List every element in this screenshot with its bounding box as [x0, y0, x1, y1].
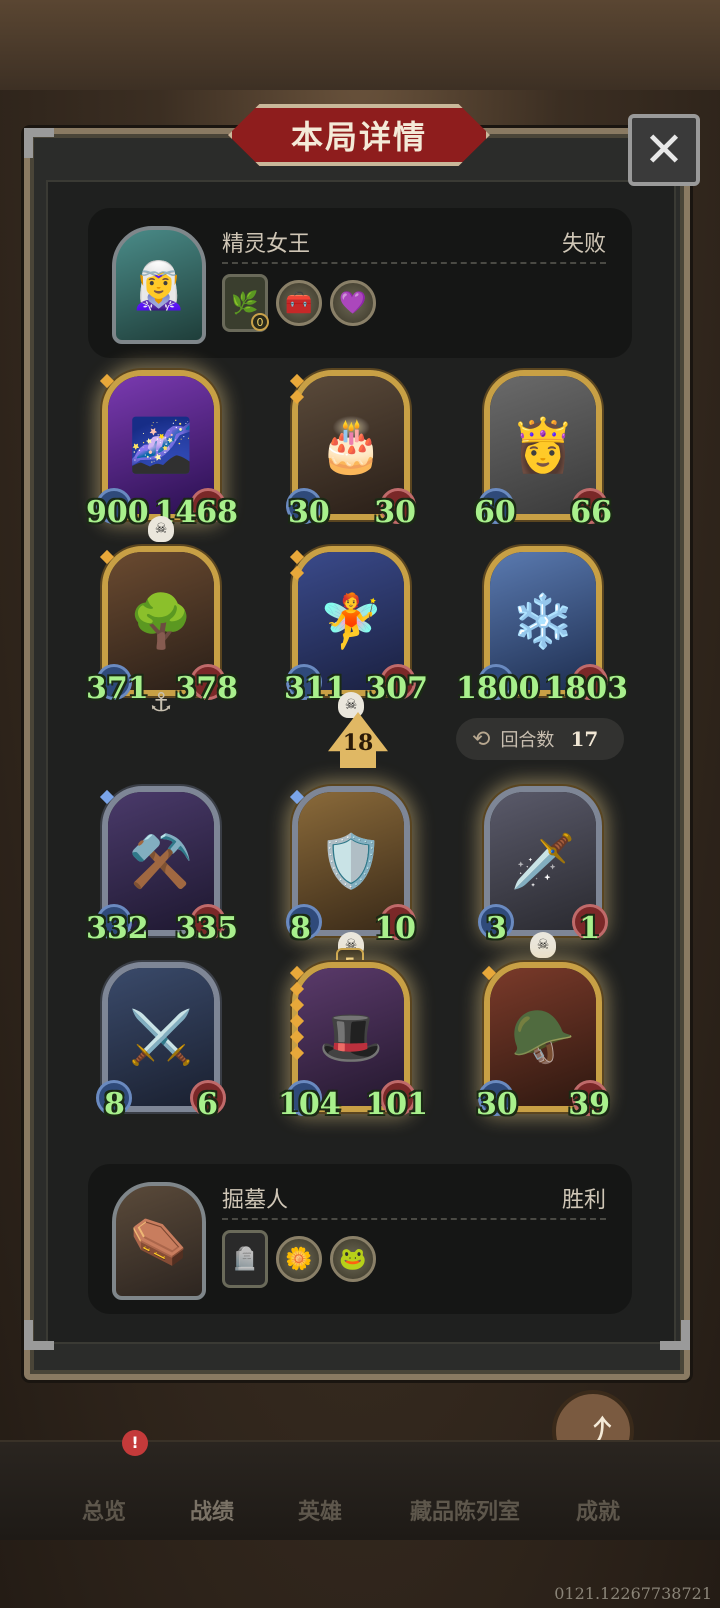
anchor-icon: ⚓: [149, 688, 173, 718]
hero-power-card[interactable]: 🌿 0: [222, 274, 269, 332]
self-player-box: ⚰️ 掘墓人 胜利 🪦 🌼 🐸: [88, 1164, 632, 1314]
unit-health: 378: [175, 671, 238, 706]
divider: [222, 262, 606, 264]
unit-card[interactable]: 🌌 900 1468 ☠: [86, 370, 238, 542]
unit-card[interactable]: 🛡️ 8 10 ☠: [286, 786, 416, 958]
star-pip: [289, 1013, 305, 1029]
build-id: 0121.12267738721: [554, 1584, 712, 1603]
unit-card[interactable]: 🎩 104 101: [278, 962, 428, 1122]
dialog-title: 本局详情: [290, 118, 427, 156]
unit-attack: 371: [86, 671, 149, 706]
unit-health: 6: [197, 1087, 218, 1122]
unit-card[interactable]: ⚒️ 332 335: [86, 786, 238, 946]
unit-attack: 311: [284, 671, 347, 706]
hero-power-level: 0: [251, 313, 269, 331]
unit-card[interactable]: 🪖 30 39: [476, 962, 610, 1122]
damage-value: 18: [342, 730, 374, 756]
unit-health: 307: [365, 671, 428, 706]
star-pip: [289, 389, 305, 405]
unit-health: 1: [579, 911, 600, 946]
player-name: 掘墓人: [222, 1188, 289, 1213]
green-frog-icon[interactable]: 🐸: [330, 1236, 376, 1282]
treasure-chest-icon[interactable]: 🧰: [276, 280, 322, 326]
nav-heroes[interactable]: 英雄: [298, 1494, 342, 1526]
unit-card[interactable]: 👸 60 66: [474, 370, 612, 530]
unit-card[interactable]: 🗡️ 3 1 ☠: [478, 786, 608, 958]
gravedigger-portrait[interactable]: ⚰️: [112, 1182, 206, 1300]
star-pip: [289, 1045, 305, 1061]
white-flower-icon[interactable]: 🌼: [276, 1236, 322, 1282]
background-strip: [0, 0, 720, 90]
star-pip: [289, 997, 305, 1013]
nav-collection[interactable]: 藏品陈列室: [410, 1494, 520, 1526]
star-pip: [289, 549, 305, 565]
notification-badge: !: [122, 1430, 148, 1456]
unit-health: 335: [175, 911, 238, 946]
star-pip: [99, 789, 115, 805]
unit-card[interactable]: 🎂 30 30: [286, 370, 416, 530]
dialog-title-banner: 本局详情: [228, 104, 490, 166]
unit-attack: 8: [104, 1087, 125, 1122]
star-pip: [289, 789, 305, 805]
round-value: 17: [570, 727, 599, 751]
unit-card[interactable]: ⚔️ 8 6: [96, 962, 226, 1122]
player-result: 失败: [561, 232, 606, 257]
unit-health: 101: [365, 1087, 428, 1122]
nav-achievements[interactable]: 成就: [576, 1494, 620, 1526]
unit-attack: 1800: [456, 671, 540, 706]
star-pip: [99, 373, 115, 389]
unit-card[interactable]: 🌳 371 378 ⚓: [86, 546, 238, 718]
divider: [222, 1218, 606, 1220]
unit-health: 30: [374, 495, 416, 530]
star-pip: [289, 1029, 305, 1045]
player-name: 精灵女王: [222, 232, 311, 257]
opponent-player-box: 🧝‍♀️ 精灵女王 失败 🌿 0 🧰 💜: [88, 208, 632, 358]
close-icon: ✕: [643, 122, 685, 178]
elf-queen-portrait[interactable]: 🧝‍♀️: [112, 226, 206, 344]
unit-attack: 30: [476, 1087, 518, 1122]
star-pip: [289, 373, 305, 389]
star-pip: [289, 981, 305, 997]
star-pip: [289, 565, 305, 581]
unit-card[interactable]: ❄️ 1800 1803: [456, 546, 628, 706]
round-counter: ⟲ 回合数 17: [456, 718, 624, 760]
nav-record[interactable]: 战绩: [190, 1494, 234, 1526]
nav-overview[interactable]: 总览: [82, 1494, 126, 1526]
unit-attack: 104: [278, 1087, 341, 1122]
round-label: 回合数: [500, 730, 555, 751]
star-pip: [99, 549, 115, 565]
skull-icon: ☠: [148, 516, 174, 542]
close-button[interactable]: ✕: [628, 114, 700, 186]
unit-attack: 8: [290, 911, 311, 946]
star-pip: [481, 965, 497, 981]
skull-icon: ☠: [530, 932, 556, 958]
hero-power-card[interactable]: 🪦: [222, 1230, 268, 1288]
unit-attack: 332: [86, 911, 149, 946]
unit-health: 66: [570, 495, 612, 530]
skull-icon: ☠: [338, 692, 364, 718]
unit-health: 10: [374, 911, 416, 946]
star-pip: [289, 965, 305, 981]
unit-attack: 60: [474, 495, 516, 530]
unit-health: 1803: [544, 671, 629, 706]
unit-attack: 3: [486, 911, 507, 946]
unit-attack: 900: [86, 495, 149, 530]
repeat-icon: ⟲: [472, 726, 491, 752]
unit-card[interactable]: 🧚 311 307 ☠: [284, 546, 428, 718]
player-result: 胜利: [561, 1188, 606, 1213]
unit-health: 39: [568, 1087, 610, 1122]
purple-gem-icon[interactable]: 💜: [330, 280, 376, 326]
unit-attack: 30: [288, 495, 330, 530]
